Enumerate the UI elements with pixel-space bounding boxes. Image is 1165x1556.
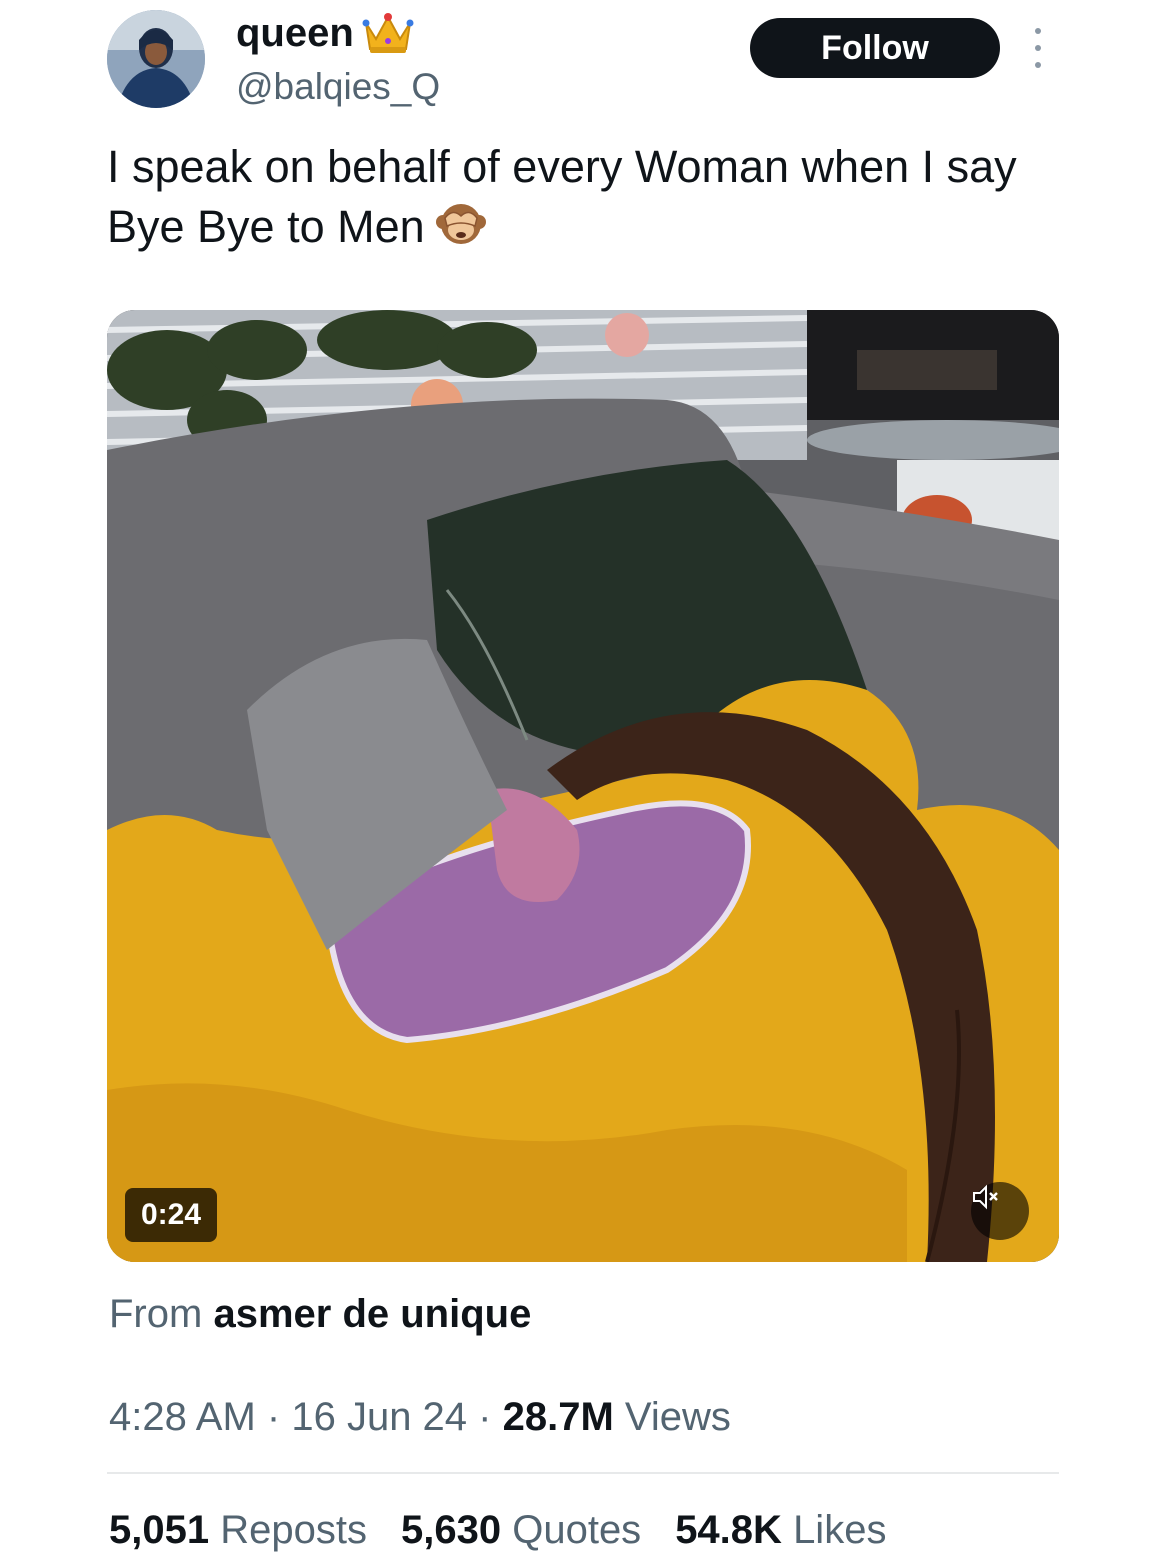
- views-count: 28.7M: [502, 1395, 614, 1439]
- follow-button[interactable]: Follow: [750, 18, 1000, 78]
- video-thumbnail: [107, 310, 1059, 1262]
- crown-icon: [362, 13, 414, 53]
- display-name-text: queen: [236, 11, 354, 55]
- meta-separator: ·: [266, 1395, 281, 1439]
- tweet-date[interactable]: 16 Jun 24: [291, 1395, 467, 1439]
- see-no-evil-monkey-icon: [435, 196, 487, 262]
- speaker-muted-icon[interactable]: [971, 1182, 1029, 1240]
- more-dot: [1035, 28, 1041, 34]
- user-handle[interactable]: @balqies_Q: [236, 65, 440, 109]
- tweet-text: I speak on behalf of every Woman when I …: [107, 138, 1067, 262]
- reposts-stat[interactable]: 5,051 Reposts: [109, 1504, 367, 1556]
- reposts-count: 5,051: [109, 1508, 210, 1552]
- video-player[interactable]: 0:24: [107, 310, 1059, 1262]
- avatar[interactable]: [107, 10, 205, 108]
- tweet-meta: 4:28 AM · 16 Jun 24 · 28.7M Views: [109, 1392, 731, 1442]
- video-duration-badge: 0:24: [125, 1188, 218, 1242]
- more-dot: [1035, 45, 1041, 51]
- source-prefix: From: [109, 1292, 203, 1336]
- divider: [107, 1472, 1059, 1474]
- quotes-stat[interactable]: 5,630 Quotes: [401, 1504, 641, 1556]
- reposts-label: Reposts: [220, 1508, 367, 1552]
- likes-stat[interactable]: 54.8K Likes: [675, 1504, 886, 1556]
- quotes-label: Quotes: [512, 1508, 642, 1552]
- more-dot: [1035, 62, 1041, 68]
- tweet-time[interactable]: 4:28 AM: [109, 1395, 256, 1439]
- engagement-stats: 5,051 Reposts 5,630 Quotes 54.8K Likes: [109, 1504, 886, 1556]
- display-name[interactable]: queen: [236, 10, 414, 56]
- likes-count: 54.8K: [675, 1508, 782, 1552]
- avatar-image: [107, 10, 205, 108]
- quotes-count: 5,630: [400, 1508, 502, 1552]
- views-label: Views: [624, 1395, 731, 1439]
- video-source-attribution: From asmer de unique: [109, 1290, 531, 1338]
- more-options-icon[interactable]: [1028, 28, 1048, 68]
- likes-label: Likes: [793, 1508, 887, 1552]
- meta-separator: ·: [478, 1395, 492, 1439]
- tweet-text-body: I speak on behalf of every Woman when I …: [107, 141, 1017, 252]
- source-name-link[interactable]: asmer de unique: [213, 1292, 531, 1336]
